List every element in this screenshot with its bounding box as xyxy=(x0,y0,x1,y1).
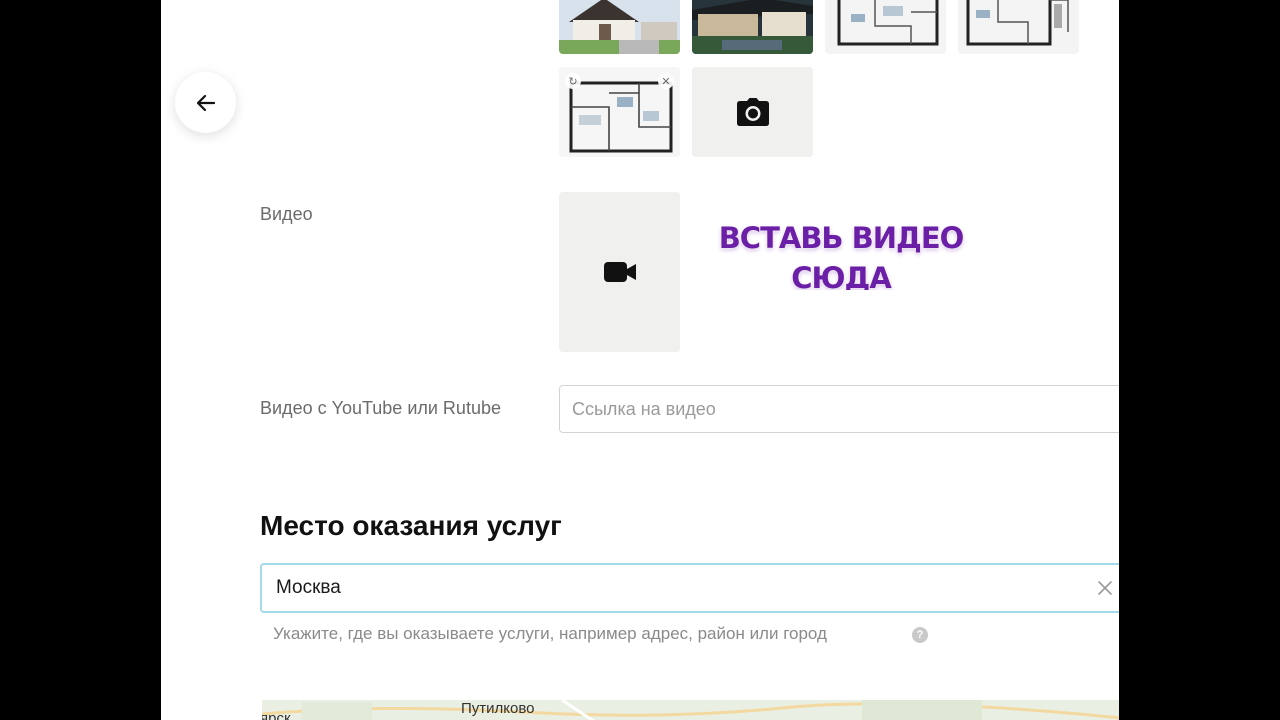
floorplan-thumbnail[interactable] xyxy=(825,0,946,54)
video-label: Видео xyxy=(260,204,313,224)
location-input[interactable] xyxy=(260,563,1119,613)
page-content: ↻ ✕ Видео ВСТАВЬ ВИДЕО СЮДА Видео с YouT… xyxy=(161,0,1119,720)
remove-photo-icon[interactable]: ✕ xyxy=(658,73,674,89)
close-icon xyxy=(1098,581,1112,595)
video-link-input[interactable] xyxy=(559,385,1119,433)
back-button[interactable] xyxy=(175,72,236,133)
camera-icon xyxy=(736,98,769,126)
promo-line-2: СЮДА xyxy=(791,261,892,290)
clear-button[interactable] xyxy=(1094,577,1116,599)
floorplan-thumbnail[interactable] xyxy=(958,0,1079,54)
rotate-icon[interactable]: ↻ xyxy=(565,73,581,89)
add-photo-button[interactable] xyxy=(692,67,813,157)
map-label: Путилково xyxy=(461,700,535,717)
add-video-button[interactable] xyxy=(559,192,680,352)
location-hint: Укажите, где вы оказываете услуги, напри… xyxy=(273,624,827,643)
arrow-left-icon xyxy=(196,94,215,111)
question-circle-icon[interactable]: ? xyxy=(912,627,928,643)
video-camera-icon xyxy=(603,262,636,282)
section-title: Место оказания услуг xyxy=(260,510,562,541)
photo-thumbnail[interactable] xyxy=(692,0,813,54)
promo-overlay-text: ВСТАВЬ ВИДЕО СЮДА xyxy=(706,218,976,290)
map[interactable]: Путилково ярск xyxy=(262,700,1119,720)
photo-thumbnail[interactable] xyxy=(559,0,680,54)
floorplan-thumbnail[interactable]: ↻ ✕ xyxy=(559,67,680,157)
map-label: ярск xyxy=(262,710,291,720)
video-link-label: Видео с YouTube или Rutube xyxy=(260,398,501,418)
promo-line-1: ВСТАВЬ ВИДЕО xyxy=(718,221,965,255)
